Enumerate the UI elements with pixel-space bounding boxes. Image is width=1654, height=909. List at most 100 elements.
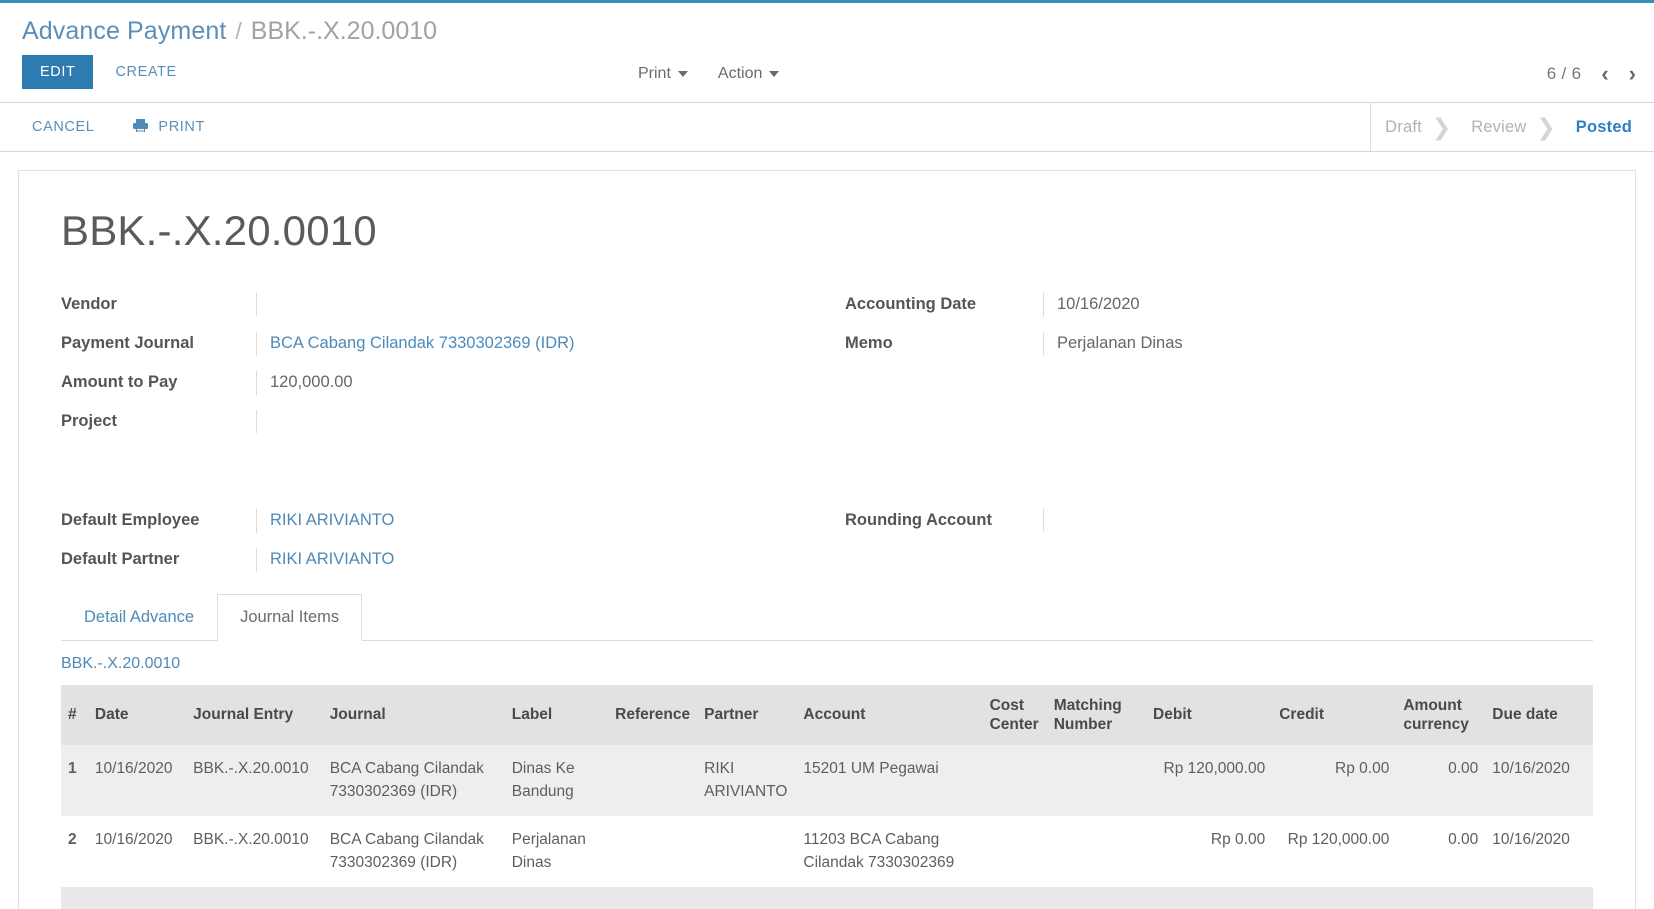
field-group-right-2: Rounding Account bbox=[827, 508, 1593, 587]
column-header-matching-number[interactable]: Matching Number bbox=[1046, 684, 1147, 746]
pager-previous-icon[interactable]: ‹ bbox=[1601, 63, 1608, 85]
field-group-right: Accounting Date 10/16/2020 Memo Perjalan… bbox=[827, 293, 1593, 449]
field-rounding-account-label: Rounding Account bbox=[845, 510, 992, 529]
cell-amount-currency: 0.00 bbox=[1396, 745, 1486, 817]
cell-debit: Rp 0.00 bbox=[1146, 816, 1273, 888]
stage-chevron-icon: ❯ bbox=[1536, 114, 1556, 140]
column-header-debit[interactable]: Debit bbox=[1146, 684, 1273, 746]
cell-debit: Rp 120,000.00 bbox=[1146, 745, 1273, 817]
field-project-label: Project bbox=[61, 411, 117, 430]
cell-credit: Rp 120,000.00 bbox=[1272, 816, 1397, 888]
column-header-cost-center[interactable]: Cost Center bbox=[982, 684, 1047, 746]
field-payment-journal-value[interactable]: BCA Cabang Cilandak 7330302369 (IDR) bbox=[256, 331, 827, 356]
table-row[interactable]: 2 10/16/2020 BBK.-.X.20.0010 BCA Cabang … bbox=[61, 816, 1593, 888]
field-group-block-2: Default Employee RIKI ARIVIANTO Default … bbox=[61, 508, 1593, 587]
sheet-container: BBK.-.X.20.0010 Vendor Payment Journal B… bbox=[0, 152, 1654, 909]
column-header-amount-currency[interactable]: Amount currency bbox=[1396, 684, 1486, 746]
print-button[interactable]: PRINT bbox=[122, 112, 215, 143]
column-header-journal-entry[interactable]: Journal Entry bbox=[186, 684, 323, 746]
table-header-row: # Date Journal Entry Journal Label Refer… bbox=[61, 684, 1593, 746]
print-dropdown[interactable]: Print bbox=[638, 65, 688, 83]
cell-due-date: 10/16/2020 bbox=[1485, 745, 1593, 817]
field-default-partner-label: Default Partner bbox=[61, 549, 180, 568]
field-project-value[interactable] bbox=[256, 409, 827, 433]
field-payment-journal-label: Payment Journal bbox=[61, 333, 194, 352]
cell-matching-number bbox=[1046, 816, 1147, 888]
cancel-button[interactable]: CANCEL bbox=[22, 113, 104, 141]
field-default-partner-value[interactable]: RIKI ARIVIANTO bbox=[256, 547, 827, 572]
cell-cost-center bbox=[982, 816, 1047, 888]
column-header-label[interactable]: Label bbox=[504, 684, 609, 746]
create-button[interactable]: CREATE bbox=[99, 55, 192, 89]
cell-journal-entry: BBK.-.X.20.0010 bbox=[186, 745, 323, 817]
field-default-employee-value[interactable]: RIKI ARIVIANTO bbox=[256, 508, 827, 533]
table-row[interactable]: 1 10/16/2020 BBK.-.X.20.0010 BCA Cabang … bbox=[61, 745, 1593, 817]
column-header-reference[interactable]: Reference bbox=[608, 684, 698, 746]
edit-button[interactable]: EDIT bbox=[22, 55, 94, 89]
column-header-partner[interactable]: Partner bbox=[697, 684, 797, 746]
tab-detail-advance[interactable]: Detail Advance bbox=[61, 594, 217, 641]
field-amount-to-pay-label: Amount to Pay bbox=[61, 372, 178, 391]
field-accounting-date-label: Accounting Date bbox=[845, 295, 977, 313]
status-stage-review[interactable]: Review bbox=[1457, 103, 1530, 152]
column-header-due-date[interactable]: Due date bbox=[1485, 684, 1593, 746]
cell-reference bbox=[608, 745, 698, 817]
cell-account: 15201 UM Pegawai bbox=[796, 745, 983, 817]
field-amount-to-pay: Amount to Pay 120,000.00 bbox=[61, 370, 827, 395]
cell-journal: BCA Cabang Cilandak 7330302369 (IDR) bbox=[322, 816, 505, 888]
cell-due-date: 10/16/2020 bbox=[1485, 816, 1593, 888]
form-dropdown-group: Print Action bbox=[638, 65, 780, 83]
chevron-down-icon bbox=[677, 71, 688, 77]
field-rounding-account-value[interactable] bbox=[1043, 508, 1593, 532]
cell-cost-center bbox=[982, 745, 1047, 817]
table-filler-row bbox=[61, 887, 1593, 909]
column-header-index[interactable]: # bbox=[61, 684, 88, 746]
pager-next-icon[interactable]: › bbox=[1629, 63, 1636, 85]
field-default-partner: Default Partner RIKI ARIVIANTO bbox=[61, 547, 827, 572]
pager-count: 6 / 6 bbox=[1546, 64, 1582, 83]
cell-matching-number bbox=[1046, 745, 1147, 817]
cell-partner: RIKI ARIVIANTO bbox=[697, 745, 797, 817]
breadcrumb: Advance Payment / BBK.-.X.20.0010 bbox=[0, 3, 1654, 46]
cell-credit: Rp 0.00 bbox=[1272, 745, 1397, 817]
notebook: Detail Advance Journal Items BBK.-.X.20.… bbox=[61, 593, 1593, 909]
field-group-block-1: Vendor Payment Journal BCA Cabang Ciland… bbox=[61, 293, 1593, 449]
record-pager: 6 / 6 ‹ › bbox=[1547, 63, 1636, 85]
field-default-employee-label: Default Employee bbox=[61, 510, 200, 529]
column-header-journal[interactable]: Journal bbox=[322, 684, 505, 746]
action-dropdown[interactable]: Action bbox=[717, 65, 780, 83]
field-amount-to-pay-value[interactable]: 120,000.00 bbox=[256, 370, 827, 395]
field-accounting-date-value[interactable]: 10/16/2020 bbox=[1043, 293, 1593, 317]
cell-index: 1 bbox=[61, 745, 88, 817]
notebook-tabs: Detail Advance Journal Items bbox=[61, 593, 1593, 641]
journal-entry-link[interactable]: BBK.-.X.20.0010 bbox=[61, 655, 180, 673]
table-body: 1 10/16/2020 BBK.-.X.20.0010 BCA Cabang … bbox=[61, 745, 1593, 909]
column-header-account[interactable]: Account bbox=[796, 684, 983, 746]
chevron-down-icon bbox=[769, 71, 780, 77]
field-vendor-value[interactable] bbox=[256, 293, 827, 316]
table-header: # Date Journal Entry Journal Label Refer… bbox=[61, 684, 1593, 746]
field-memo-value[interactable]: Perjalanan Dinas bbox=[1043, 331, 1593, 356]
field-vendor: Vendor bbox=[61, 293, 827, 317]
status-stage-draft-label: Draft bbox=[1385, 118, 1422, 136]
cell-date: 10/16/2020 bbox=[87, 745, 187, 817]
field-group-left-2: Default Employee RIKI ARIVIANTO Default … bbox=[61, 508, 827, 587]
cell-amount-currency: 0.00 bbox=[1396, 816, 1486, 888]
tab-panel-journal-items: BBK.-.X.20.0010 # Date Journal Entry Jou… bbox=[61, 641, 1593, 909]
journal-items-table: # Date Journal Entry Journal Label Refer… bbox=[61, 684, 1593, 909]
status-stage-posted[interactable]: Posted bbox=[1562, 103, 1654, 152]
status-stage-posted-label: Posted bbox=[1575, 118, 1632, 136]
field-vendor-label: Vendor bbox=[61, 295, 117, 313]
cell-journal-entry: BBK.-.X.20.0010 bbox=[186, 816, 323, 888]
tab-journal-items[interactable]: Journal Items bbox=[217, 593, 363, 641]
breadcrumb-current: BBK.-.X.20.0010 bbox=[250, 17, 438, 45]
cell-partner bbox=[697, 816, 797, 888]
printer-icon bbox=[132, 118, 149, 137]
record-sheet: BBK.-.X.20.0010 Vendor Payment Journal B… bbox=[18, 170, 1636, 909]
action-dropdown-label: Action bbox=[717, 65, 763, 82]
breadcrumb-parent-link[interactable]: Advance Payment bbox=[22, 17, 226, 46]
status-stage-draft[interactable]: Draft bbox=[1371, 103, 1426, 152]
column-header-credit[interactable]: Credit bbox=[1272, 684, 1397, 746]
column-header-date[interactable]: Date bbox=[87, 684, 187, 746]
